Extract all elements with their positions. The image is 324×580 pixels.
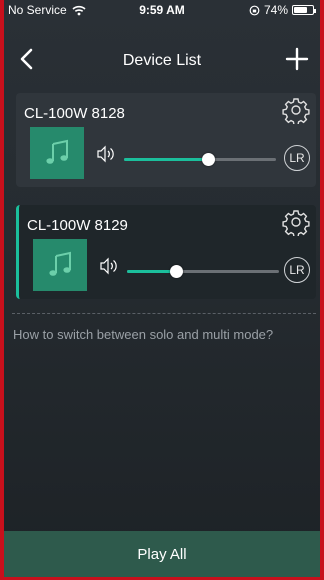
volume-slider[interactable] <box>127 265 279 279</box>
divider <box>12 313 316 314</box>
slider-thumb[interactable] <box>169 265 183 278</box>
play-all-button[interactable]: Play All <box>4 531 320 577</box>
battery-percent: 74% <box>263 3 288 17</box>
nav-bar: Device List <box>4 40 320 80</box>
screenshot-frame: No Service 9:59 AM 74% Device List CL-10… <box>0 0 324 580</box>
device-name: CL-100W 8129 <box>27 217 128 234</box>
battery-fill <box>294 7 308 13</box>
device-card[interactable]: CL-100W 8128 LR <box>16 93 316 187</box>
slider-fill <box>124 158 208 161</box>
gear-icon[interactable] <box>282 208 310 236</box>
speaker-icon <box>100 257 117 275</box>
volume-slider[interactable] <box>124 153 276 167</box>
status-bar: No Service 9:59 AM 74% <box>4 0 320 20</box>
channel-badge[interactable]: LR <box>284 145 310 171</box>
mode-help-link[interactable]: How to switch between solo and multi mod… <box>13 327 318 342</box>
page-title: Device List <box>122 52 202 69</box>
app-screen: No Service 9:59 AM 74% Device List CL-10… <box>4 0 320 577</box>
gear-icon[interactable] <box>282 96 310 124</box>
orientation-lock-icon <box>249 5 260 15</box>
play-all-label: Play All <box>137 545 187 563</box>
speaker-icon <box>97 145 114 163</box>
status-right: 74% <box>249 3 316 17</box>
plus-icon[interactable] <box>284 46 310 72</box>
channel-badge[interactable]: LR <box>284 257 310 283</box>
device-card-selected[interactable]: CL-100W 8129 LR <box>16 205 316 299</box>
slider-thumb[interactable] <box>201 153 215 166</box>
album-art <box>33 239 87 291</box>
device-name: CL-100W 8128 <box>24 105 125 122</box>
battery-icon <box>292 5 316 15</box>
slider-fill <box>127 270 176 273</box>
music-note-icon <box>46 139 68 164</box>
album-art <box>30 127 84 179</box>
music-note-icon <box>49 251 71 276</box>
